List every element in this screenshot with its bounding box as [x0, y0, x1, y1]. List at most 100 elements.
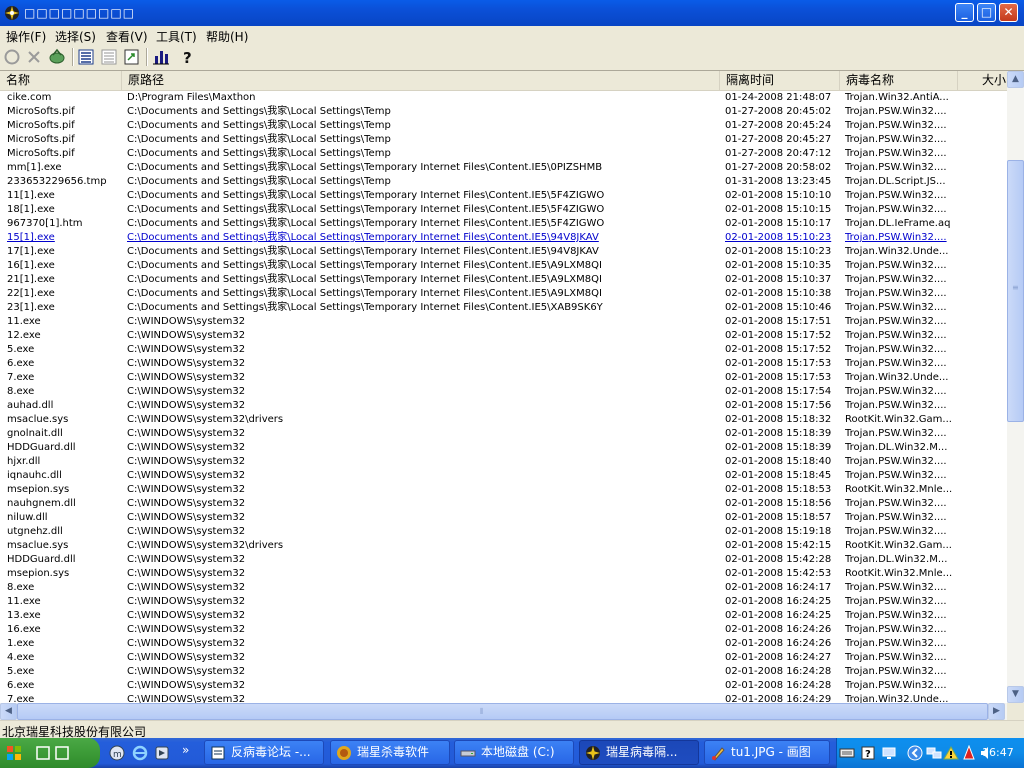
table-row[interactable]: 8.exe C:\WINDOWS\system32 02-01-2008 16:24… — [0, 581, 1007, 595]
menu-tools[interactable]: 工具(T) — [156, 28, 197, 45]
cell-original-path: C:\WINDOWS\system32\drivers — [127, 540, 284, 551]
table-row[interactable]: 7.exe C:\WINDOWS\system32 02-01-2008 15:17… — [0, 371, 1007, 385]
table-row[interactable]: 15[1].exe C:\Documents and Settings\我家\Lo… — [0, 231, 1007, 245]
table-row[interactable]: 8.exe C:\WINDOWS\system32 02-01-2008 15:17… — [0, 385, 1007, 399]
table-row[interactable]: 5.exe C:\WINDOWS\system32 02-01-2008 16:24… — [0, 665, 1007, 679]
cell-name: 967370[1].htm — [7, 218, 83, 229]
menu-help[interactable]: 帮助(H) — [206, 28, 248, 45]
arrow-down-icon: ▼ — [1012, 689, 1019, 699]
table-row[interactable]: 7.exe C:\WINDOWS\system32 02-01-2008 16:24… — [0, 693, 1007, 703]
table-row[interactable]: 11[1].exe C:\Documents and Settings\我家\Lo… — [0, 189, 1007, 203]
table-row[interactable]: 16[1].exe C:\Documents and Settings\我家\Lo… — [0, 259, 1007, 273]
cell-name: 16[1].exe — [7, 260, 55, 271]
table-row[interactable]: gnolnait.dll C:\WINDOWS\system32 02-01-200… — [0, 427, 1007, 441]
rising-shield-icon[interactable] — [961, 745, 977, 761]
warning-icon[interactable] — [943, 745, 959, 761]
table-row[interactable]: 12.exe C:\WINDOWS\system32 02-01-2008 15:1… — [0, 329, 1007, 343]
window-outline-icon — [55, 746, 69, 760]
table-row[interactable]: iqnauhc.dll C:\WINDOWS\system32 02-01-2008… — [0, 469, 1007, 483]
table-row[interactable]: niluw.dll C:\WINDOWS\system32 02-01-2008 1… — [0, 511, 1007, 525]
task-rising-antivirus[interactable]: 瑞星杀毒软件 — [330, 740, 450, 765]
monitor-icon[interactable] — [881, 745, 897, 761]
cell-virus-name: Trojan.PSW.Win32.... — [845, 400, 947, 411]
table-row[interactable]: 6.exe C:\WINDOWS\system32 02-01-2008 15:17… — [0, 357, 1007, 371]
table-row[interactable]: 22[1].exe C:\Documents and Settings\我家\Lo… — [0, 287, 1007, 301]
help-icon[interactable]: ? — [178, 47, 198, 67]
horizontal-scroll-thumb[interactable]: ⦀ — [17, 703, 988, 720]
media-icon[interactable] — [154, 745, 170, 761]
task-local-disk[interactable]: 本地磁盘 (C:) — [454, 740, 574, 765]
table-row[interactable]: 13.exe C:\WINDOWS\system32 02-01-2008 16:2… — [0, 609, 1007, 623]
menu-select[interactable]: 选择(S) — [55, 28, 96, 45]
table-row[interactable]: msepion.sys C:\WINDOWS\system32 02-01-2008… — [0, 567, 1007, 581]
help-tray-icon[interactable]: ? — [860, 745, 876, 761]
horizontal-scrollbar[interactable]: ◀ ⦀ ▶ — [0, 703, 1007, 720]
ie-icon[interactable] — [132, 745, 148, 761]
chevron-left-icon[interactable] — [907, 745, 923, 761]
table-row[interactable]: MicroSofts.pif C:\Documents and Settings\… — [0, 147, 1007, 161]
table-row[interactable]: 23[1].exe C:\Documents and Settings\我家\Lo… — [0, 301, 1007, 315]
task-antivirus-forum[interactable]: 反病毒论坛 -... — [204, 740, 324, 765]
export-icon[interactable] — [122, 47, 142, 67]
cell-original-path: C:\WINDOWS\system32 — [127, 358, 246, 369]
table-row[interactable]: MicroSofts.pif C:\Documents and Settings\… — [0, 105, 1007, 119]
column-original-path[interactable]: 原路径 — [122, 71, 720, 90]
refresh-icon[interactable] — [2, 47, 22, 67]
chart-icon[interactable] — [151, 47, 171, 67]
table-row[interactable]: 16.exe C:\WINDOWS\system32 02-01-2008 16:2… — [0, 623, 1007, 637]
details-view-icon[interactable] — [76, 47, 96, 67]
table-row[interactable]: mm[1].exe C:\Documents and Settings\我家\Lo… — [0, 161, 1007, 175]
close-button[interactable]: ✕ — [999, 3, 1018, 22]
menu-view[interactable]: 查看(V) — [106, 28, 148, 45]
table-row[interactable]: msepion.sys C:\WINDOWS\system32 02-01-2008… — [0, 483, 1007, 497]
table-row[interactable]: auhad.dll C:\WINDOWS\system32 02-01-2008 1… — [0, 399, 1007, 413]
column-size[interactable]: 大小 — [958, 71, 1007, 90]
scroll-right-button[interactable]: ▶ — [988, 703, 1005, 720]
keyboard-icon[interactable] — [839, 745, 855, 761]
table-row[interactable]: 11.exe C:\WINDOWS\system32 02-01-2008 15:1… — [0, 315, 1007, 329]
table-row[interactable]: 21[1].exe C:\Documents and Settings\我家\Lo… — [0, 273, 1007, 287]
restore-icon[interactable] — [47, 47, 67, 67]
maximize-button[interactable]: □ — [977, 3, 996, 22]
scroll-up-button[interactable]: ▲ — [1007, 71, 1024, 88]
table-row[interactable]: 967370[1].htm C:\Documents and Settings\我… — [0, 217, 1007, 231]
table-row[interactable]: msaclue.sys C:\WINDOWS\system32\drivers 02… — [0, 539, 1007, 553]
desktop-icon[interactable]: m — [109, 745, 125, 761]
quick-launch-overflow[interactable]: » — [182, 743, 189, 757]
table-row[interactable]: 6.exe C:\WINDOWS\system32 02-01-2008 16:24… — [0, 679, 1007, 693]
table-row[interactable]: 233653229656.tmp C:\Documents and Setting… — [0, 175, 1007, 189]
table-row[interactable]: 11.exe C:\WINDOWS\system32 02-01-2008 16:2… — [0, 595, 1007, 609]
minimize-button[interactable]: _ — [955, 3, 974, 22]
column-quarantine-time[interactable]: 隔离时间 — [720, 71, 840, 90]
scroll-left-button[interactable]: ◀ — [0, 703, 17, 720]
table-row[interactable]: MicroSofts.pif C:\Documents and Settings\… — [0, 119, 1007, 133]
column-virus-name[interactable]: 病毒名称 — [840, 71, 958, 90]
task-rising-quarantine[interactable]: 瑞星病毒隔... — [579, 740, 699, 765]
vertical-scroll-thumb[interactable]: ≡ — [1007, 160, 1024, 422]
cell-original-path: C:\WINDOWS\system32 — [127, 624, 246, 635]
scroll-down-button[interactable]: ▼ — [1007, 686, 1024, 703]
list-view-icon[interactable] — [99, 47, 119, 67]
table-row[interactable]: utgnehz.dll C:\WINDOWS\system32 02-01-2008… — [0, 525, 1007, 539]
table-row[interactable]: cike.com D:\Program Files\Maxthon 01-24-20… — [0, 91, 1007, 105]
delete-icon[interactable] — [24, 47, 44, 67]
table-row[interactable]: msaclue.sys C:\WINDOWS\system32\drivers 02… — [0, 413, 1007, 427]
column-name[interactable]: 名称 — [0, 71, 122, 90]
table-row[interactable]: HDDGuard.dll C:\WINDOWS\system32 02-01-200… — [0, 441, 1007, 455]
table-row[interactable]: HDDGuard.dll C:\WINDOWS\system32 02-01-200… — [0, 553, 1007, 567]
table-row[interactable]: 4.exe C:\WINDOWS\system32 02-01-2008 16:24… — [0, 651, 1007, 665]
cell-virus-name: Trojan.DL.Win32.M... — [845, 554, 948, 565]
task-paint[interactable]: tu1.JPG - 画图 — [704, 740, 830, 765]
table-row[interactable]: 18[1].exe C:\Documents and Settings\我家\Lo… — [0, 203, 1007, 217]
vertical-scrollbar[interactable]: ▲ ≡ ▼ — [1007, 71, 1024, 703]
network-icon[interactable] — [926, 745, 942, 761]
menu-operate[interactable]: 操作(F) — [6, 28, 46, 45]
table-row[interactable]: 17[1].exe C:\Documents and Settings\我家\Lo… — [0, 245, 1007, 259]
cell-original-path: C:\Documents and Settings\我家\Local Setti… — [127, 274, 602, 285]
table-row[interactable]: MicroSofts.pif C:\Documents and Settings\… — [0, 133, 1007, 147]
table-row[interactable]: 5.exe C:\WINDOWS\system32 02-01-2008 15:17… — [0, 343, 1007, 357]
table-row[interactable]: 1.exe C:\WINDOWS\system32 02-01-2008 16:24… — [0, 637, 1007, 651]
table-row[interactable]: nauhgnem.dll C:\WINDOWS\system32 02-01-200… — [0, 497, 1007, 511]
start-button[interactable] — [0, 738, 100, 768]
table-row[interactable]: hjxr.dll C:\WINDOWS\system32 02-01-2008 15… — [0, 455, 1007, 469]
